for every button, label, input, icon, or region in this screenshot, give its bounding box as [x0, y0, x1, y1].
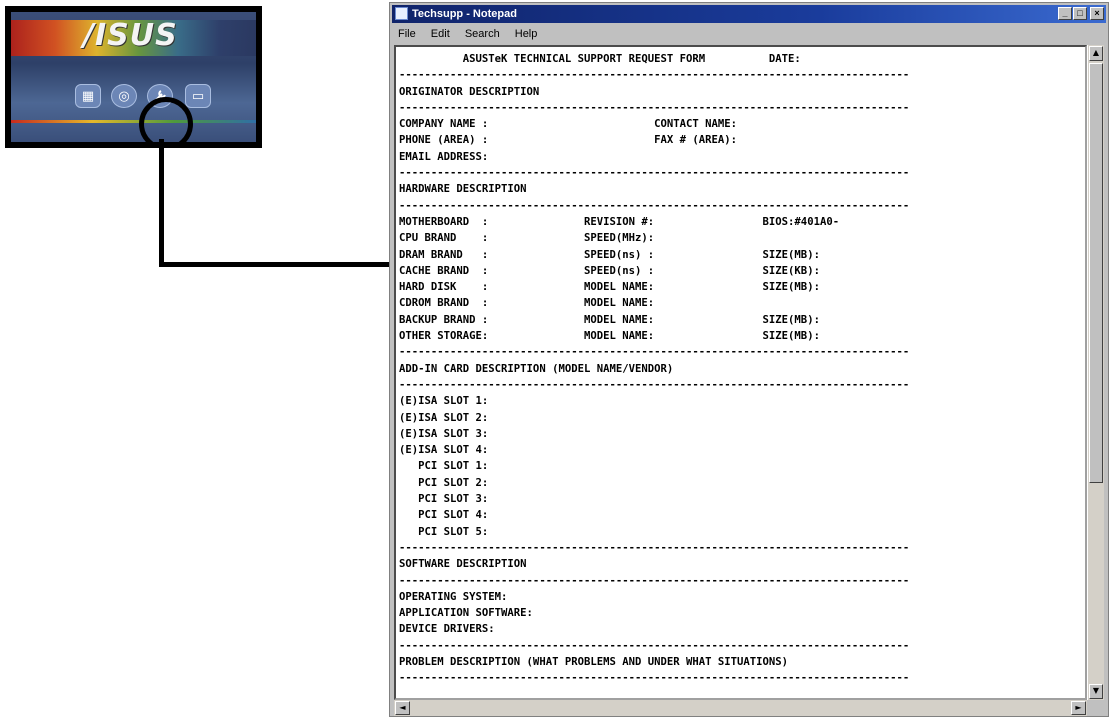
menu-file[interactable]: File [392, 25, 422, 43]
connector-line-vertical [159, 139, 164, 267]
window-title: Techsupp - Notepad [412, 8, 517, 20]
document-line: CDROM BRAND : MODEL NAME: [399, 297, 655, 310]
asus-logo: /ISUS [83, 18, 178, 53]
menu-help[interactable]: Help [509, 25, 544, 43]
document-line: PCI SLOT 5: [418, 525, 489, 538]
scroll-thumb[interactable] [1089, 63, 1103, 483]
document-line: (E)ISA SLOT 1: [399, 395, 489, 408]
document-line: PHONE (AREA) : FAX # (AREA): [399, 134, 738, 147]
scroll-up-button[interactable]: ▲ [1089, 46, 1103, 61]
document-line: BACKUP BRAND : MODEL NAME: SIZE(MB): [399, 313, 820, 326]
menu-search[interactable]: Search [459, 25, 506, 43]
close-button[interactable]: × [1090, 7, 1104, 20]
rainbow-stripe [11, 120, 256, 123]
title-bar[interactable]: Techsupp - Notepad _ □ × [392, 5, 1106, 23]
separator-line: ----------------------------------------… [399, 378, 910, 391]
separator-line: ----------------------------------------… [399, 639, 910, 652]
document-line: (E)ISA SLOT 2: [399, 411, 489, 424]
highlight-circle [139, 97, 193, 142]
document-line: DRAM BRAND : SPEED(ns) : SIZE(MB): [399, 248, 820, 261]
document-line: PCI SLOT 2: [418, 476, 489, 489]
scroll-left-button[interactable]: ◄ [395, 701, 410, 715]
document-line: HARD DISK : MODEL NAME: SIZE(MB): [399, 281, 820, 294]
maximize-button[interactable]: □ [1073, 7, 1087, 20]
separator-line: ----------------------------------------… [399, 167, 910, 180]
grid-icon[interactable]: ▦ [75, 84, 101, 108]
menu-edit[interactable]: Edit [425, 25, 456, 43]
document-line: PCI SLOT 4: [418, 509, 489, 522]
document-line: OPERATING SYSTEM: [399, 590, 508, 603]
document-line: (E)ISA SLOT 4: [399, 444, 489, 457]
document-line: ADD-IN CARD DESCRIPTION (MODEL NAME/VEND… [399, 362, 674, 375]
document-line: CACHE BRAND : SPEED(ns) : SIZE(KB): [399, 264, 820, 277]
document-line: APPLICATION SOFTWARE: [399, 607, 533, 620]
document-line: COMPANY NAME : CONTACT NAME: [399, 118, 738, 131]
document-icon[interactable]: ▭ [185, 84, 211, 108]
document-line: CPU BRAND : SPEED(MHz): [399, 232, 655, 245]
horizontal-scrollbar[interactable]: ◄ ► [394, 700, 1087, 716]
document-line: PROBLEM DESCRIPTION (WHAT PROBLEMS AND U… [399, 655, 789, 668]
separator-line: ----------------------------------------… [399, 672, 910, 685]
separator-line: ----------------------------------------… [399, 541, 910, 554]
document-line: PCI SLOT 3: [418, 493, 489, 506]
separator-line: ----------------------------------------… [399, 101, 910, 114]
separator-line: ----------------------------------------… [399, 69, 910, 82]
notepad-window: Techsupp - Notepad _ □ × File Edit Searc… [389, 2, 1109, 717]
document-line: PCI SLOT 1: [418, 460, 489, 473]
scroll-right-button[interactable]: ► [1071, 701, 1086, 715]
document-line: DEVICE DRIVERS: [399, 623, 495, 636]
document-line: ASUSTeK TECHNICAL SUPPORT REQUEST FORM D… [462, 53, 801, 65]
cd-icon[interactable]: ◎ [111, 84, 137, 108]
separator-line: ----------------------------------------… [399, 346, 910, 359]
separator-line: ----------------------------------------… [399, 199, 910, 212]
text-editor[interactable]: ASUSTeK TECHNICAL SUPPORT REQUEST FORM D… [394, 45, 1087, 700]
vertical-scrollbar[interactable]: ▲ ▼ [1087, 45, 1104, 700]
asus-launcher-inset: /ISUS ▦ ◎ ▭ [5, 6, 262, 148]
connector-line-horizontal [159, 262, 391, 267]
document-text[interactable]: ASUSTeK TECHNICAL SUPPORT REQUEST FORM D… [399, 51, 909, 687]
document-line: ORIGINATOR DESCRIPTION [399, 85, 540, 98]
minimize-button[interactable]: _ [1058, 7, 1072, 20]
document-line: OTHER STORAGE: MODEL NAME: SIZE(MB): [399, 330, 820, 343]
document-line: (E)ISA SLOT 3: [399, 427, 489, 440]
menu-bar: File Edit Search Help [392, 25, 1106, 43]
document-line: EMAIL ADDRESS: [399, 150, 489, 163]
asus-launcher-panel: /ISUS ▦ ◎ ▭ [11, 12, 256, 142]
document-line: MOTHERBOARD : REVISION #: BIOS:#401A0- [399, 215, 840, 228]
document-line: SOFTWARE DESCRIPTION [399, 558, 527, 571]
notepad-icon [395, 7, 408, 20]
separator-line: ----------------------------------------… [399, 574, 910, 587]
scroll-down-button[interactable]: ▼ [1089, 684, 1103, 699]
document-line: HARDWARE DESCRIPTION [399, 183, 527, 196]
